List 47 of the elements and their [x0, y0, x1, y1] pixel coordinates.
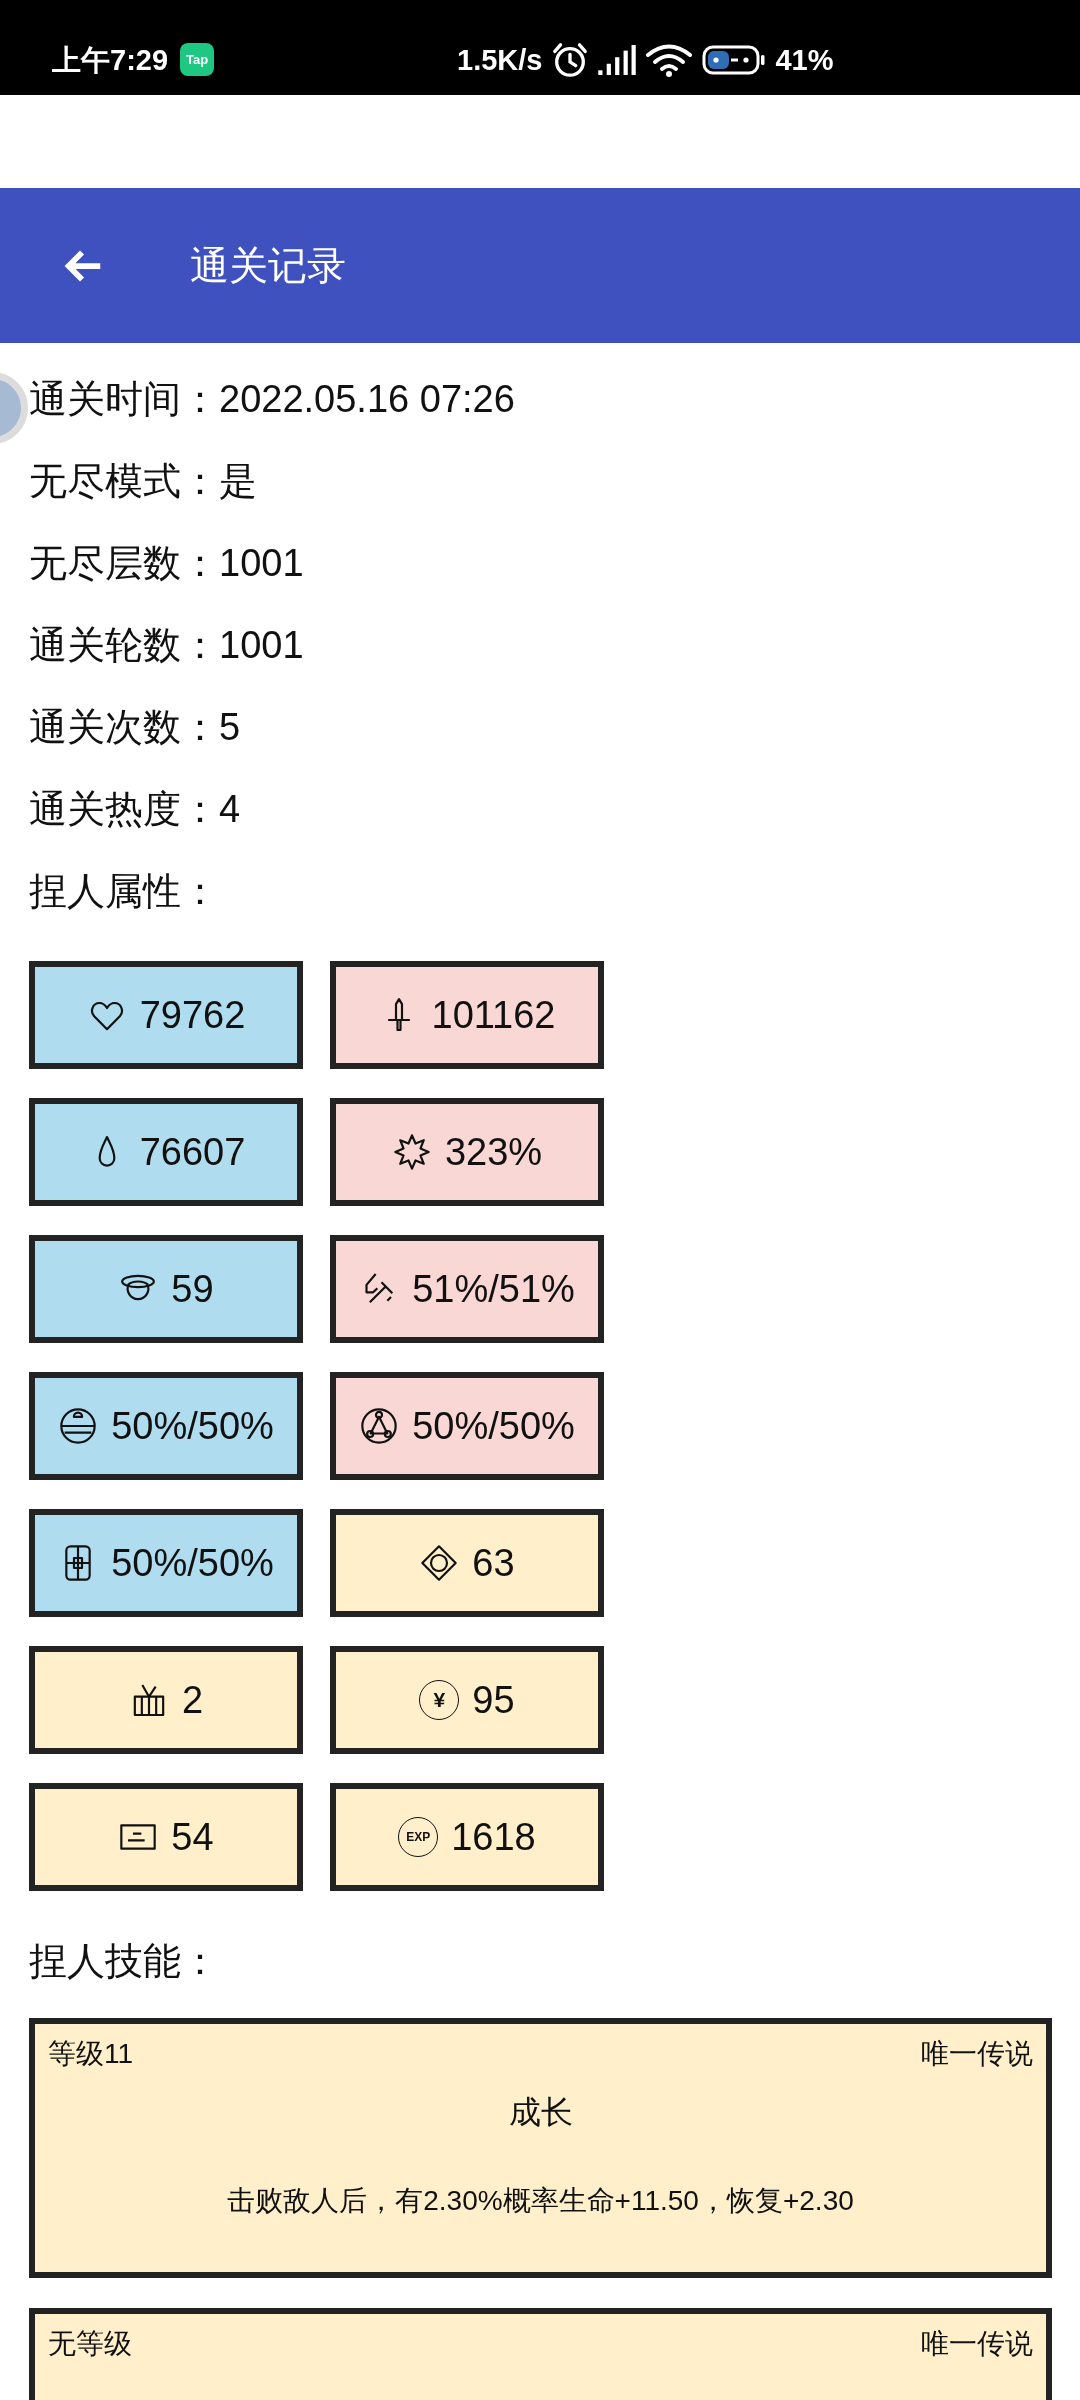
- field-label: 通关次数：: [29, 704, 219, 750]
- stat-value: 50%/50%: [111, 1541, 274, 1585]
- stat-value: 50%/50%: [111, 1404, 274, 1448]
- network-speed: 1.5K/s: [457, 42, 543, 77]
- signal-icon: [598, 44, 637, 75]
- stat-value: 50%/50%: [412, 1404, 575, 1448]
- stat-value: 79762: [139, 993, 246, 1037]
- alarm-icon: [551, 40, 590, 79]
- field-value: 是: [219, 458, 257, 504]
- stat-value: 76607: [139, 1130, 246, 1174]
- battery-icon: [702, 44, 767, 75]
- field-label: 通关轮数：: [29, 622, 219, 668]
- section-heading: 捏人属性：: [29, 868, 219, 914]
- field-value: 1001: [219, 623, 304, 667]
- starburst-icon: [391, 1132, 432, 1172]
- stat-value: 51%/51%: [412, 1267, 575, 1311]
- field-value: 5: [219, 705, 241, 749]
- stat-value: 101162: [431, 993, 556, 1037]
- battery-percent: 41%: [775, 42, 834, 77]
- skill-name: 成长: [508, 2094, 573, 2130]
- skill-rarity: 唯一传说: [921, 2327, 1033, 2361]
- stat-value: 1618: [451, 1815, 536, 1859]
- field-label: 无尽模式：: [29, 458, 219, 504]
- stat-value: 54: [171, 1815, 214, 1859]
- orb-icon: [58, 1406, 99, 1446]
- status-time: 上午7:29: [52, 42, 169, 77]
- stat-value: 63: [472, 1541, 515, 1585]
- diamond-icon: [419, 1543, 460, 1583]
- stat-value: 59: [171, 1267, 214, 1311]
- skill-level: 无等级: [48, 2327, 132, 2361]
- skill-level: 等级11: [48, 2037, 134, 2071]
- stat-value: 95: [472, 1678, 515, 1722]
- wifi-icon: [645, 42, 694, 77]
- stat-value: 323%: [444, 1130, 543, 1174]
- field-label: 通关时间：: [29, 376, 219, 422]
- field-value: 2022.05.16 07:26: [219, 377, 515, 421]
- field-label: 通关热度：: [29, 786, 219, 832]
- field-value: 4: [219, 787, 241, 831]
- section-heading: 捏人技能：: [29, 1938, 219, 1984]
- skill-rarity: 唯一传说: [921, 2037, 1033, 2071]
- app-notification-badge: Tap: [180, 43, 215, 76]
- page-title: 通关记录: [190, 242, 346, 289]
- skill-description: 击败敌人后，有2.30%概率生命+11.50，恢复+2.30: [227, 2185, 854, 2216]
- field-label: 无尽层数：: [29, 540, 219, 586]
- field-value: 1001: [219, 541, 304, 585]
- triangle-circle-icon: [359, 1406, 400, 1446]
- stat-value: 2: [181, 1678, 204, 1722]
